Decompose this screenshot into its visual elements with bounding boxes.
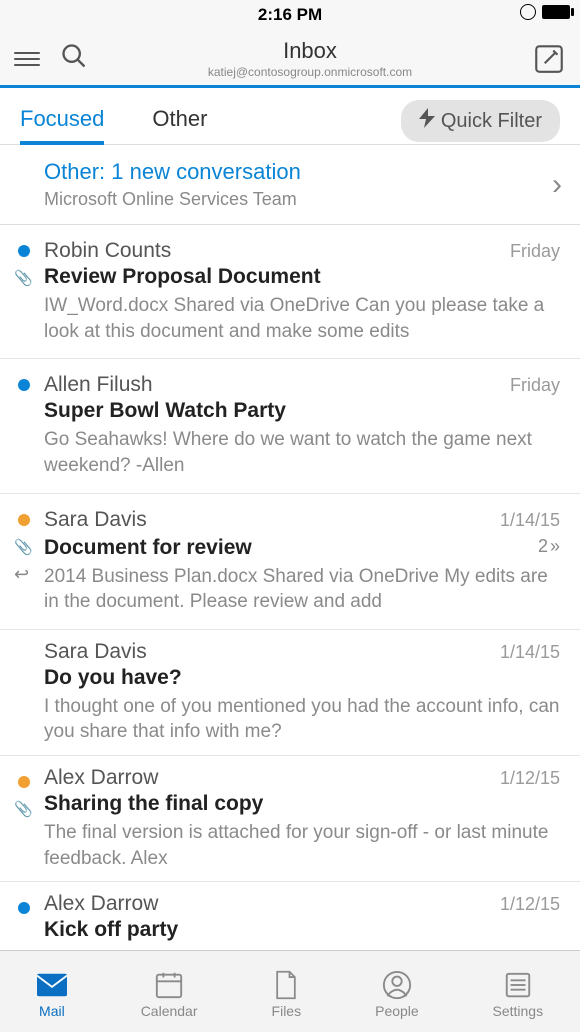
other-banner[interactable]: Other: 1 new conversation Microsoft Onli… (0, 145, 580, 225)
nav-files[interactable]: Files (271, 970, 301, 1019)
unread-dot-icon (18, 245, 30, 257)
attachment-icon: 📎 (14, 800, 33, 818)
reply-icon: ↩ (14, 564, 29, 585)
message-subject: Review Proposal Document (44, 265, 560, 289)
compose-button[interactable] (532, 42, 566, 76)
message-sender: Alex Darrow (44, 766, 158, 790)
message-subject: Do you have? (44, 666, 560, 690)
attachment-icon: 📎 (14, 269, 33, 287)
unread-dot-icon (18, 902, 30, 914)
menu-icon[interactable] (14, 48, 40, 70)
message-subject: Sharing the final copy (44, 792, 560, 816)
thread-count: 2 » (538, 536, 560, 557)
message-item[interactable]: 📎 Alex Darrow 1/12/15 Sharing the final cop… (0, 756, 580, 882)
app-header: Inbox katiej@contosogroup.onmicrosoft.co… (0, 30, 580, 88)
chevron-right-icon: › (552, 168, 562, 202)
message-preview: Go Seahawks! Where do we want to watch t… (44, 427, 560, 478)
account-email: katiej@contosogroup.onmicrosoft.com (88, 65, 532, 79)
nav-people-label: People (375, 1003, 419, 1019)
battery-icon (542, 5, 570, 19)
nav-mail[interactable]: Mail (37, 970, 67, 1019)
status-icons (520, 4, 570, 20)
message-item[interactable]: Sara Davis 1/14/15 Do you have? I thought o… (0, 630, 580, 756)
message-subject: Document for review (44, 536, 252, 560)
unread-dot-icon (18, 379, 30, 391)
message-list: 📎 Robin Counts Friday Review Proposal Docum… (0, 225, 580, 983)
message-date: Friday (510, 241, 560, 262)
nav-settings[interactable]: Settings (493, 970, 544, 1019)
nav-people[interactable]: People (375, 970, 419, 1019)
message-date: 1/12/15 (500, 768, 560, 789)
nav-calendar[interactable]: Calendar (141, 970, 198, 1019)
message-sender: Sara Davis (44, 508, 147, 532)
message-date: Friday (510, 375, 560, 396)
tab-other[interactable]: Other (152, 98, 207, 144)
tabs-row: Focused Other Quick Filter (0, 88, 580, 145)
tab-focused[interactable]: Focused (20, 98, 104, 144)
message-date: 1/14/15 (500, 642, 560, 663)
message-item[interactable]: 📎 Robin Counts Friday Review Proposal Docum… (0, 225, 580, 359)
message-sender: Alex Darrow (44, 892, 158, 916)
message-preview: IW_Word.docx Shared via OneDrive Can you… (44, 293, 560, 344)
message-subject: Super Bowl Watch Party (44, 399, 560, 423)
other-banner-title: Other: 1 new conversation (44, 159, 560, 185)
message-sender: Sara Davis (44, 640, 147, 664)
other-banner-subtitle: Microsoft Online Services Team (44, 189, 560, 210)
message-preview: The final version is attached for your s… (44, 820, 560, 871)
message-item[interactable]: 📎 ↩ Sara Davis 1/14/15 Document for review 2 … (0, 494, 580, 630)
bottom-nav: Mail Calendar Files People Settings (0, 950, 580, 1032)
nav-files-label: Files (272, 1003, 302, 1019)
unread-dot-icon (18, 514, 30, 526)
nav-calendar-label: Calendar (141, 1003, 198, 1019)
quick-filter-label: Quick Filter (441, 110, 542, 133)
message-preview: I thought one of you mentioned you had t… (44, 694, 560, 745)
message-sender: Allen Filush (44, 373, 153, 397)
page-title: Inbox (88, 38, 532, 64)
message-sender: Robin Counts (44, 239, 171, 263)
search-icon[interactable] (60, 42, 88, 75)
message-subject: Kick off party (44, 918, 560, 942)
status-time: 2:16 PM (258, 5, 322, 25)
message-preview: 2014 Business Plan.docx Shared via OneDr… (44, 564, 560, 615)
attachment-icon: 📎 (14, 538, 33, 556)
nav-mail-label: Mail (39, 1003, 65, 1019)
unread-dot-icon (18, 776, 30, 788)
message-date: 1/12/15 (500, 894, 560, 915)
message-item[interactable]: Allen Filush Friday Super Bowl Watch Party… (0, 359, 580, 493)
orientation-lock-icon (520, 4, 536, 20)
bolt-icon (419, 108, 435, 134)
message-date: 1/14/15 (500, 510, 560, 531)
status-bar: 2:16 PM (0, 0, 580, 30)
quick-filter-button[interactable]: Quick Filter (401, 100, 560, 142)
nav-settings-label: Settings (493, 1003, 544, 1019)
